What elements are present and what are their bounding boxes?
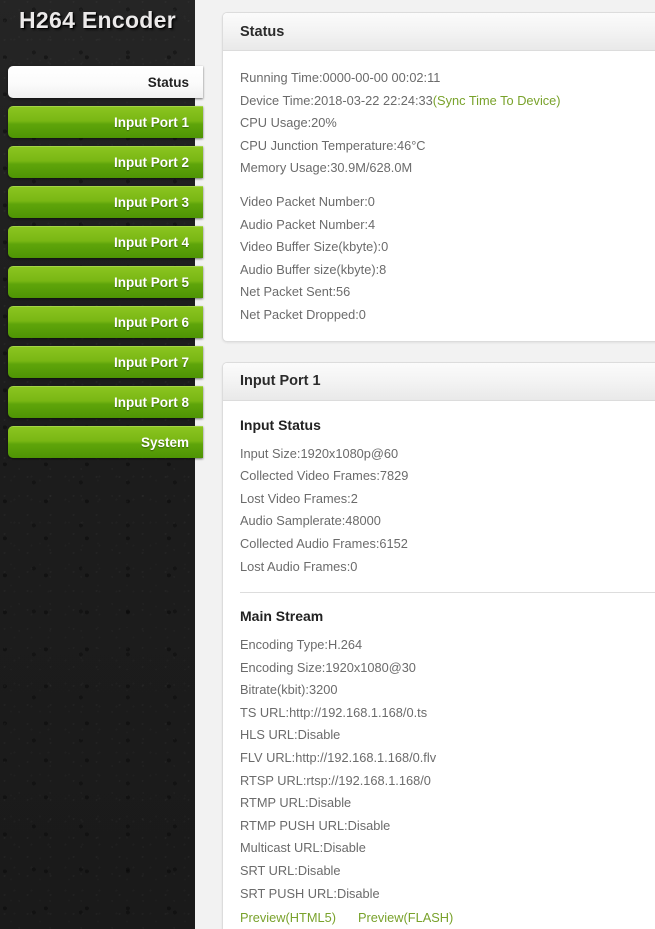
input-status-group: Input Size:1920x1080p@60 Collected Video… (240, 443, 655, 579)
collected-audio-frames: Collected Audio Frames:6152 (240, 535, 408, 551)
status-device-time: Device Time:2018-03-22 22:24:33(Sync Tim… (240, 90, 655, 113)
status-net-packet-sent: Net Packet Sent:56 (240, 284, 351, 300)
lost-audio-frames: Lost Audio Frames:0 (240, 558, 358, 574)
main-stream-title: Main Stream (240, 608, 324, 625)
input-port-panel-body: Input Status Input Size:1920x1080p@60 Co… (223, 401, 655, 929)
rtmp-push-url: RTMP PUSH URL:Disable (240, 817, 391, 833)
sidebar-item-label: Input Port 4 (114, 235, 189, 250)
sidebar-item-label: Input Port 2 (114, 155, 189, 170)
sidebar-item-input-port-2[interactable]: Input Port 2 (8, 146, 203, 178)
ts-url: TS URL:http://192.168.1.168/0.ts (240, 704, 428, 720)
srt-url: SRT URL:Disable (240, 863, 341, 879)
status-panel-title: Status (240, 23, 285, 40)
status-cpu-usage: CPU Usage:20% (240, 115, 337, 131)
sidebar-item-label: Input Port 8 (114, 395, 189, 410)
status-audio-buffer-size: Audio Buffer size(kbyte):8 (240, 261, 387, 277)
preview-html5-link[interactable]: Preview(HTML5) (240, 910, 336, 925)
lost-video-frames: Lost Video Frames:2 (240, 490, 358, 506)
status-video-packet-number: Video Packet Number:0 (240, 193, 375, 209)
brand-header: H264 Encoder (0, 0, 195, 36)
input-size: Input Size:1920x1080p@60 (240, 445, 399, 461)
sidebar-item-input-port-1[interactable]: Input Port 1 (8, 106, 203, 138)
sync-time-to-device-link[interactable]: (Sync Time To Device) (433, 93, 561, 108)
status-group-system: Running Time:0000-00-00 00:02:11 Device … (240, 67, 655, 180)
sidebar-item-input-port-5[interactable]: Input Port 5 (8, 266, 203, 298)
encoding-type: Encoding Type:H.264 (240, 637, 363, 653)
status-cpu-junction-temperature: CPU Junction Temperature:46°C (240, 137, 426, 153)
multicast-url: Multicast URL:Disable (240, 840, 366, 856)
sidebar-item-label: Status (147, 75, 189, 90)
status-panel: Status Running Time:0000-00-00 00:02:11 … (222, 12, 655, 342)
srt-push-url: SRT PUSH URL:Disable (240, 885, 380, 901)
app-root: H264 Encoder Status Input Port 1 Input P… (0, 0, 655, 929)
main-stream-group: Encoding Type:H.264 Encoding Size:1920x1… (240, 634, 655, 929)
status-panel-body: Running Time:0000-00-00 00:02:11 Device … (223, 51, 655, 341)
hls-url: HLS URL:Disable (240, 727, 341, 743)
sidebar: H264 Encoder Status Input Port 1 Input P… (0, 0, 203, 929)
sidebar-item-status[interactable]: Status (8, 66, 203, 98)
sidebar-item-input-port-4[interactable]: Input Port 4 (8, 226, 203, 258)
status-memory-usage: Memory Usage:30.9M/628.0M (240, 160, 413, 176)
sidebar-item-label: Input Port 7 (114, 355, 189, 370)
sidebar-item-label: Input Port 6 (114, 315, 189, 330)
encoding-size: Encoding Size:1920x1080@30 (240, 659, 416, 675)
sidebar-item-label: Input Port 5 (114, 275, 189, 290)
status-net-packet-dropped: Net Packet Dropped:0 (240, 306, 366, 322)
sidebar-item-label: Input Port 1 (114, 115, 189, 130)
input-port-panel: Input Port 1 Input Status Input Size:192… (222, 361, 655, 929)
input-port-panel-title: Input Port 1 (240, 373, 321, 390)
sidebar-item-label: System (140, 435, 189, 450)
section-divider (240, 592, 655, 594)
preview-links-row: Preview(HTML5) Preview(FLASH) (240, 907, 655, 929)
rtmp-url: RTMP URL:Disable (240, 795, 352, 811)
audio-samplerate: Audio Samplerate:48000 (240, 513, 381, 529)
status-panel-header: Status (223, 13, 655, 51)
brand-title: H264 Encoder (19, 6, 176, 33)
status-running-time: Running Time:0000-00-00 00:02:11 (240, 70, 441, 85)
rtsp-url: RTSP URL:rtsp://192.168.1.168/0 (240, 772, 431, 788)
status-group-packets: Video Packet Number:0 Audio Packet Numbe… (240, 191, 655, 327)
status-device-time-text: Device Time:2018-03-22 22:24:33 (240, 92, 433, 108)
sidebar-nav: Status Input Port 1 Input Port 2 Input P… (0, 66, 203, 458)
bitrate: Bitrate(kbit):3200 (240, 682, 338, 698)
sidebar-item-input-port-7[interactable]: Input Port 7 (8, 346, 203, 378)
sidebar-item-input-port-6[interactable]: Input Port 6 (8, 306, 203, 338)
sidebar-item-input-port-3[interactable]: Input Port 3 (8, 186, 203, 218)
collected-video-frames: Collected Video Frames:7829 (240, 468, 409, 484)
flv-url: FLV URL:http://192.168.1.168/0.flv (240, 750, 437, 766)
status-audio-packet-number: Audio Packet Number:4 (240, 216, 376, 232)
sidebar-item-input-port-8[interactable]: Input Port 8 (8, 386, 203, 418)
preview-flash-link[interactable]: Preview(FLASH) (358, 910, 453, 925)
input-status-title: Input Status (240, 416, 321, 433)
main-content: Status Running Time:0000-00-00 00:02:11 … (195, 0, 655, 929)
sidebar-item-label: Input Port 3 (114, 195, 189, 210)
sidebar-item-system[interactable]: System (8, 426, 203, 458)
input-port-panel-header: Input Port 1 (223, 362, 655, 401)
status-video-buffer-size: Video Buffer Size(kbyte):0 (240, 239, 389, 255)
